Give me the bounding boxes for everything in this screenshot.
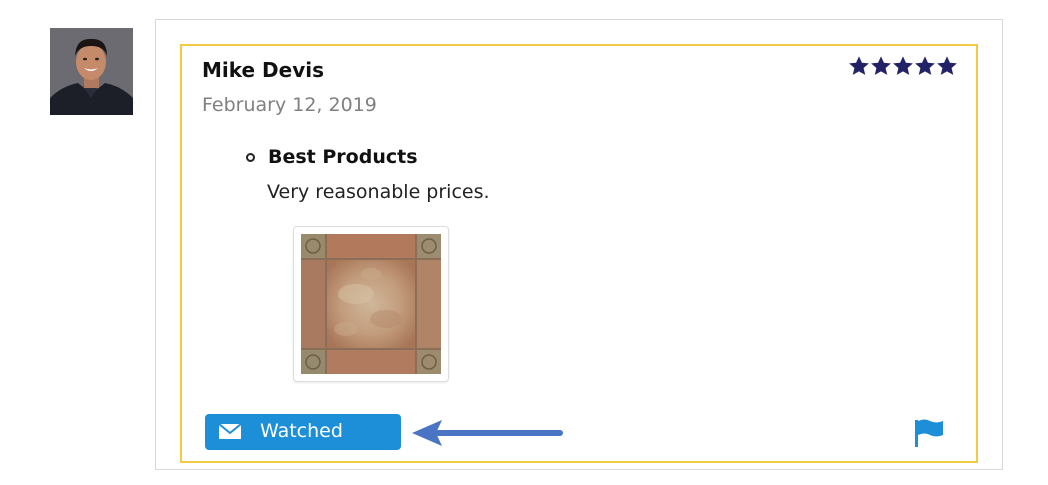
review-date: February 12, 2019 [202, 94, 377, 116]
star-rating [848, 55, 958, 77]
flag-icon[interactable] [913, 418, 945, 448]
review-title: Best Products [268, 146, 418, 168]
watched-button-label: Watched [260, 420, 343, 442]
tile-image [301, 234, 441, 374]
avatar [50, 28, 133, 115]
reviewer-name: Mike Devis [202, 58, 325, 82]
review-card: Mike Devis February 12, 2019 Best Produc… [180, 44, 978, 463]
bullet-icon [246, 153, 255, 162]
review-body: Very reasonable prices. [267, 181, 490, 203]
envelope-icon [218, 423, 242, 439]
review-image-thumbnail[interactable] [293, 226, 449, 382]
star-icon [849, 56, 869, 75]
left-arrow [412, 420, 563, 446]
avatar-photo [50, 28, 133, 115]
watched-button[interactable]: Watched [205, 414, 401, 450]
star-icon [937, 56, 957, 75]
star-icon [871, 56, 891, 75]
star-icon [893, 56, 913, 75]
star-icon [915, 56, 935, 75]
